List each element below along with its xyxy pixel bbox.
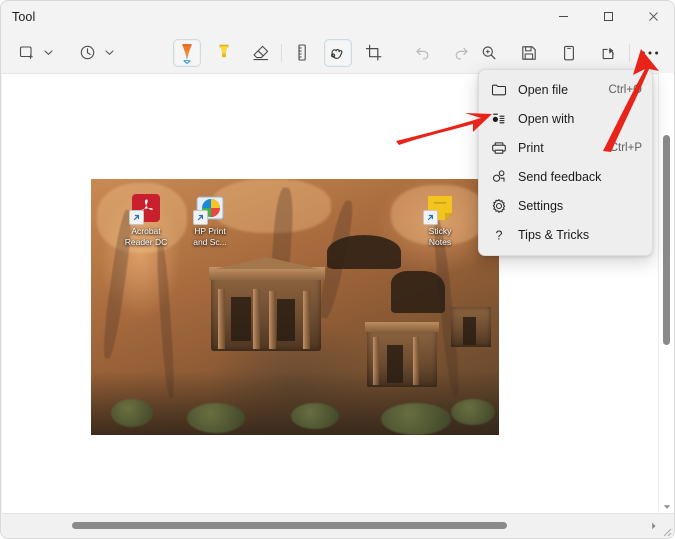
folder-icon	[488, 82, 510, 98]
copy-button[interactable]	[555, 39, 583, 67]
shortcut-overlay-icon	[193, 210, 208, 225]
desktop-icon-label: Acrobat Reader DC	[124, 226, 168, 247]
captured-screenshot-image[interactable]: Acrobat Reader DC HP Print and Sc... Sti…	[91, 179, 499, 435]
undo-icon	[416, 47, 429, 60]
toolbar-separator-1	[280, 43, 282, 62]
open-with-icon	[488, 111, 510, 127]
desktop-icon-sticky-notes[interactable]: Sticky Notes	[407, 193, 473, 247]
menu-item-print[interactable]: Print Ctrl+P	[479, 133, 652, 162]
menu-item-label: Send feedback	[518, 169, 602, 184]
menu-item-label: Tips & Tricks	[518, 227, 590, 242]
save-disk-icon	[522, 45, 536, 60]
save-button[interactable]	[515, 39, 543, 67]
crop-icon	[365, 44, 382, 60]
horizontal-scrollbar-thumb[interactable]	[72, 522, 507, 529]
ellipsis-icon	[641, 51, 659, 54]
menu-item-open-file[interactable]: Open file Ctrl+O	[479, 75, 652, 104]
maximize-button[interactable]	[586, 1, 631, 32]
menu-item-label: Settings	[518, 198, 564, 213]
shortcut-overlay-icon	[129, 210, 144, 225]
feedback-icon	[488, 169, 510, 185]
ruler-icon	[298, 44, 306, 61]
window-resize-grip[interactable]	[660, 524, 672, 537]
copy-icon	[564, 45, 575, 60]
window-title: Tool	[12, 9, 36, 24]
sticky-notes-icon	[423, 193, 455, 225]
new-snip-chevron[interactable]	[41, 39, 57, 67]
desktop-icon-hp-print-and-scan[interactable]: HP Print and Sc...	[177, 193, 243, 247]
desktop-icon-label: Sticky Notes	[428, 226, 452, 247]
desktop-icon-label: HP Print and Sc...	[193, 226, 227, 247]
horizontal-scrollbar[interactable]	[2, 513, 674, 537]
ballpoint-pen-icon	[182, 43, 192, 64]
menu-item-label: Open with	[518, 111, 575, 126]
see-more-button[interactable]	[636, 39, 664, 67]
share-button[interactable]	[595, 39, 623, 67]
hp-print-and-scan-icon	[193, 193, 225, 225]
ruler-button[interactable]	[288, 39, 316, 67]
delay-timer-chevron[interactable]	[102, 39, 118, 67]
printer-icon	[488, 140, 510, 156]
redo-button[interactable]	[447, 39, 475, 67]
see-more-menu: Open file Ctrl+O Open with Print Ctrl+P …	[478, 69, 653, 256]
menu-item-accelerator: Ctrl+P	[609, 141, 642, 154]
toolbar	[1, 32, 674, 73]
share-icon	[602, 47, 614, 59]
title-bar: Tool	[1, 1, 674, 32]
minimize-button[interactable]	[541, 1, 586, 32]
menu-item-settings[interactable]: Settings	[479, 191, 652, 220]
desktop-icon-acrobat-reader-dc[interactable]: Acrobat Reader DC	[113, 193, 179, 247]
highlighter-button[interactable]	[210, 39, 238, 67]
vertical-scrollbar[interactable]	[658, 73, 673, 515]
snipping-tool-window: Tool Acrobat Reader DC HP Print and Sc..…	[0, 0, 675, 539]
toolbar-separator-2	[629, 43, 630, 62]
window-controls	[541, 1, 674, 32]
svg-text:?: ?	[496, 228, 503, 242]
touch-writing-icon	[331, 48, 343, 59]
redo-icon	[455, 47, 468, 60]
menu-item-label: Open file	[518, 82, 569, 97]
gear-icon	[488, 198, 510, 214]
crop-button[interactable]	[360, 39, 388, 67]
zoom-button[interactable]	[475, 39, 503, 67]
menu-item-open-with[interactable]: Open with	[479, 104, 652, 133]
eraser-button[interactable]	[247, 39, 275, 67]
highlighter-icon	[219, 44, 229, 58]
delay-timer-button[interactable]	[74, 39, 102, 67]
new-snip-button[interactable]	[13, 39, 41, 67]
menu-item-send-feedback[interactable]: Send feedback	[479, 162, 652, 191]
scroll-right-arrow-icon[interactable]	[646, 518, 661, 533]
menu-item-accelerator: Ctrl+O	[608, 83, 642, 96]
eraser-icon	[253, 45, 268, 60]
vertical-scrollbar-thumb[interactable]	[663, 135, 670, 345]
acrobat-reader-dc-icon	[129, 193, 161, 225]
close-button[interactable]	[631, 1, 674, 32]
menu-item-tips-and-tricks[interactable]: ? Tips & Tricks	[479, 220, 652, 249]
menu-item-label: Print	[518, 140, 544, 155]
magnifier-icon	[482, 45, 496, 59]
question-mark-icon: ?	[488, 227, 510, 243]
ballpoint-pen-button[interactable]	[172, 38, 201, 67]
shortcut-overlay-icon	[423, 210, 438, 225]
touch-writing-button[interactable]	[323, 38, 352, 67]
undo-button[interactable]	[409, 39, 437, 67]
